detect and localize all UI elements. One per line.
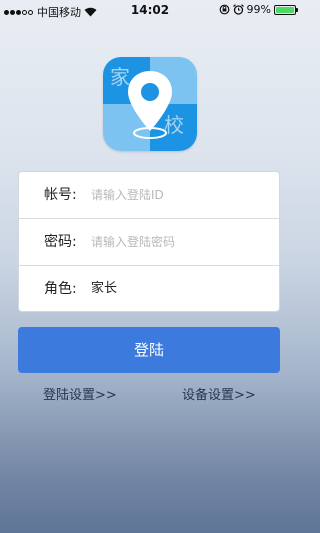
role-label: 角色:	[44, 281, 77, 297]
password-row: 密码:	[19, 219, 279, 265]
login-form: 帐号: 密码: 角色: 家长	[18, 171, 280, 312]
password-label: 密码:	[44, 234, 77, 250]
orientation-lock-icon	[219, 4, 229, 15]
status-right: 99%	[219, 3, 298, 16]
account-label: 帐号:	[44, 187, 77, 203]
device-settings-link[interactable]: 设备设置>>	[182, 387, 256, 405]
battery-icon	[274, 4, 298, 15]
password-input[interactable]	[91, 227, 271, 257]
battery-percent: 99%	[246, 3, 271, 16]
alarm-clock-icon	[232, 4, 244, 15]
map-pin-icon	[128, 71, 172, 139]
account-input[interactable]	[91, 180, 271, 210]
role-value[interactable]: 家长	[91, 266, 117, 311]
login-button[interactable]: 登陆	[18, 327, 280, 373]
login-settings-link[interactable]: 登陆设置>>	[43, 387, 117, 405]
app-logo: 家 校	[103, 57, 197, 151]
role-row[interactable]: 角色: 家长	[19, 266, 279, 311]
status-bar: 中国移动 14:02 99%	[0, 0, 300, 20]
battery-level	[276, 6, 294, 13]
account-row: 帐号:	[19, 172, 279, 218]
